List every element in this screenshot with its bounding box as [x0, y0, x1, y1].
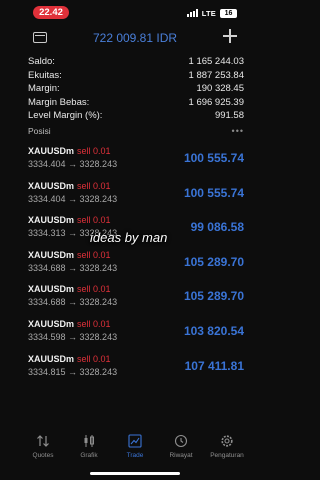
- position-row[interactable]: XAUUSDm sell 0.01 3334.815 → 3328.243 107…: [28, 354, 244, 389]
- status-time: 22.42: [33, 6, 69, 19]
- plus-icon[interactable]: [222, 28, 238, 44]
- position-prices: 3334.598 → 3328.243: [28, 331, 118, 342]
- position-prices: 3334.688 → 3328.243: [28, 297, 118, 308]
- positions-list: XAUUSDm sell 0.01 3334.404 → 3328.243 100…: [28, 146, 244, 388]
- summary-label: Level Margin (%):: [28, 110, 103, 121]
- tab-label: Quotes: [32, 452, 54, 459]
- position-prices: 3334.688 → 3328.243: [28, 262, 118, 273]
- summary-row-equity: Ekuitas: 1 887 253.84: [28, 69, 244, 83]
- position-profit: 103 820.54: [183, 323, 244, 338]
- positions-header: Posisi •••: [28, 126, 244, 136]
- summary-row-margin: Margin: 190 328.45: [28, 82, 244, 96]
- position-profit: 105 289.70: [183, 289, 244, 304]
- history-icon: [174, 434, 188, 448]
- summary-value: 1 696 925.39: [188, 96, 244, 108]
- position-prices: 3334.404 → 3328.243: [28, 193, 118, 204]
- position-row[interactable]: XAUUSDm sell 0.01 3334.404 → 3328.243 100…: [28, 181, 244, 216]
- position-symbol: XAUUSDm: [28, 215, 75, 226]
- gear-icon: [221, 435, 233, 447]
- position-prices: 3334.815 → 3328.243: [28, 366, 118, 377]
- position-side: sell 0.01: [77, 353, 111, 364]
- tab-history[interactable]: Riwayat: [160, 428, 202, 468]
- position-profit: 105 289.70: [183, 254, 244, 269]
- position-side: sell 0.01: [77, 215, 111, 226]
- tab-settings[interactable]: Pengaturan: [206, 428, 248, 468]
- more-options-icon[interactable]: •••: [232, 126, 244, 136]
- arrows-updown-icon: [37, 435, 49, 447]
- position-symbol: XAUUSDm: [28, 180, 75, 191]
- summary-label: Margin:: [28, 83, 60, 94]
- position-row[interactable]: XAUUSDm sell 0.01 3334.688 → 3328.243 105…: [28, 250, 244, 285]
- tab-trade[interactable]: Trade: [114, 428, 156, 468]
- summary-value: 991.58: [214, 110, 244, 121]
- candlestick-icon: [84, 435, 94, 447]
- position-side: sell 0.01: [77, 180, 111, 191]
- position-profit: 99 086.58: [190, 220, 244, 235]
- trade-chart-icon: [128, 434, 142, 448]
- position-profit: 107 411.81: [184, 358, 244, 373]
- summary-row-free-margin: Margin Bebas: 1 696 925.39: [28, 96, 244, 110]
- account-summary: Saldo: 1 165 244.03 Ekuitas: 1 887 253.8…: [28, 55, 244, 123]
- summary-label: Ekuitas:: [28, 69, 62, 81]
- position-side: sell 0.01: [77, 318, 111, 329]
- battery-icon: 16: [220, 8, 237, 18]
- position-side: sell 0.01: [77, 146, 111, 156]
- tab-quotes[interactable]: Quotes: [22, 428, 64, 468]
- signal-icon: [186, 9, 198, 17]
- watermark-text: ideas by man: [90, 230, 168, 245]
- position-profit: 100 555.74: [183, 185, 244, 200]
- status-bar: 22.42 LTE 16: [0, 0, 270, 22]
- summary-value: 1 165 244.03: [188, 56, 244, 67]
- bottom-tab-bar: Quotes Grafik Trade Riwayat Pengaturan: [0, 428, 270, 468]
- position-row[interactable]: XAUUSDm sell 0.01 3334.404 → 3328.243 100…: [28, 146, 244, 181]
- tab-label: Trade: [126, 452, 144, 459]
- summary-row-margin-level: Level Margin (%): 991.58: [28, 109, 244, 123]
- position-symbol: XAUUSDm: [28, 318, 75, 329]
- position-symbol: XAUUSDm: [28, 353, 75, 364]
- position-symbol: XAUUSDm: [28, 284, 75, 295]
- position-side: sell 0.01: [77, 284, 111, 295]
- summary-label: Margin Bebas:: [28, 96, 90, 108]
- positions-title: Posisi: [28, 126, 51, 136]
- tab-label: Pengaturan: [210, 452, 244, 459]
- position-row[interactable]: XAUUSDm sell 0.01 3334.688 → 3328.243 105…: [28, 284, 244, 319]
- position-row[interactable]: XAUUSDm sell 0.01 3334.598 → 3328.243 103…: [28, 319, 244, 354]
- home-indicator[interactable]: [90, 472, 180, 475]
- summary-row-balance: Saldo: 1 165 244.03: [28, 55, 244, 69]
- summary-value: 1 887 253.84: [188, 69, 244, 81]
- status-indicators: LTE 16: [186, 7, 237, 19]
- tab-label: Riwayat: [169, 452, 193, 459]
- summary-value: 190 328.45: [196, 83, 244, 94]
- network-type: LTE: [201, 8, 216, 18]
- position-symbol: XAUUSDm: [28, 146, 75, 156]
- position-symbol: XAUUSDm: [28, 249, 75, 260]
- position-side: sell 0.01: [77, 249, 111, 260]
- top-bar: 722 009.81 IDR: [0, 28, 270, 50]
- position-profit: 100 555.74: [183, 151, 244, 165]
- tab-chart[interactable]: Grafik: [68, 428, 110, 468]
- tab-label: Grafik: [80, 452, 98, 459]
- position-prices: 3334.404 → 3328.243: [28, 159, 118, 169]
- summary-label: Saldo:: [28, 56, 55, 67]
